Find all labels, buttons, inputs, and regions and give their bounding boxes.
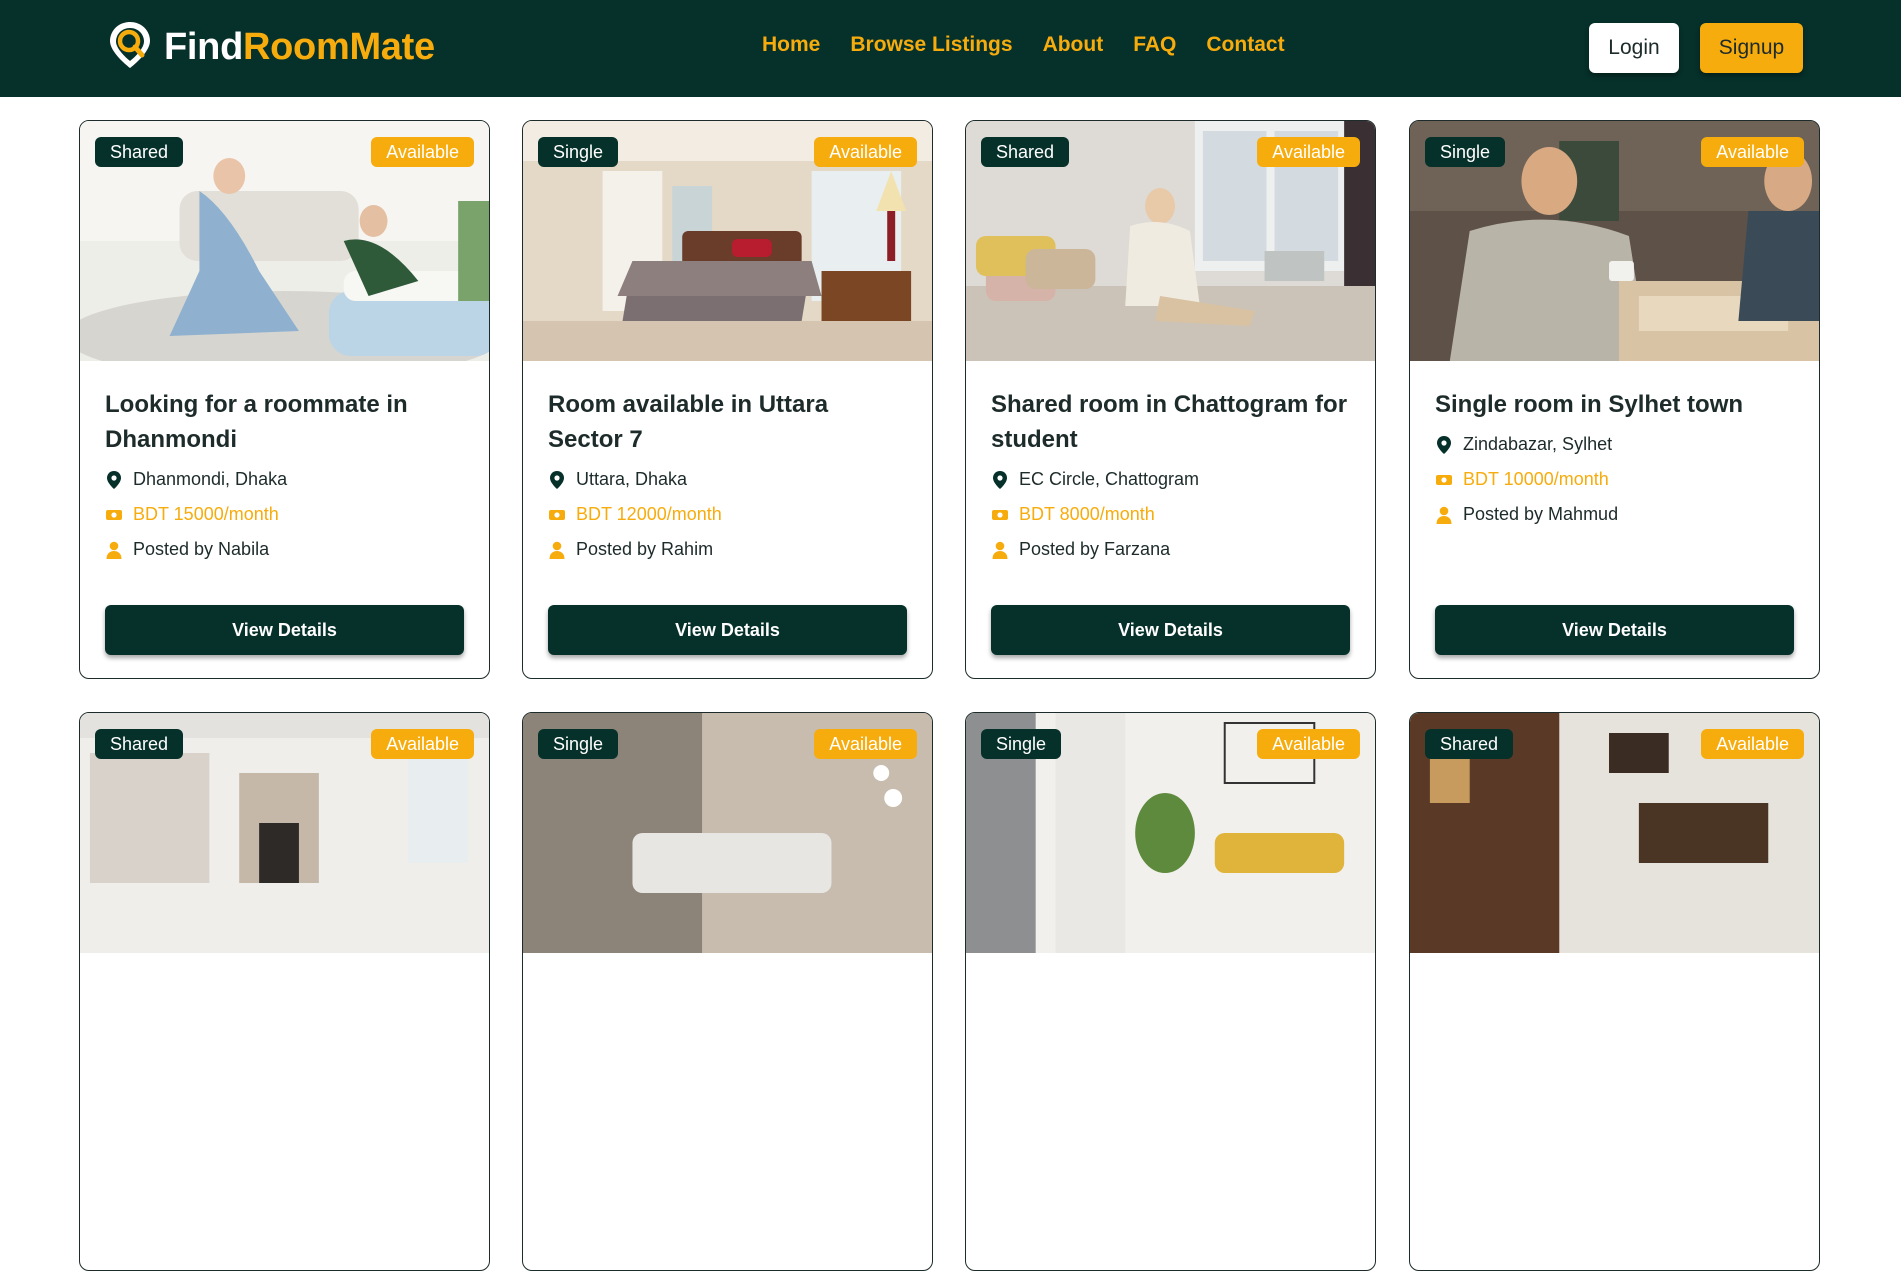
nav-browse-listings[interactable]: Browse Listings — [850, 33, 1012, 57]
brand-logo[interactable]: FindRoomMate — [106, 20, 435, 75]
card-body: Single room in Sylhet town Zindabazar, S… — [1435, 387, 1794, 532]
main-nav: Home Browse Listings About FAQ Contact — [762, 33, 1285, 57]
location-text: Zindabazar, Sylhet — [1463, 434, 1613, 454]
brand-name-part2: RoomMate — [243, 25, 435, 68]
availability-badge: Available — [1257, 729, 1360, 759]
listing-location: Dhanmondi, Dhaka — [105, 462, 464, 497]
listing-poster: Posted by Nabila — [105, 532, 464, 567]
availability-badge: Available — [814, 137, 917, 167]
listing-card[interactable]: Shared Available — [79, 712, 490, 1271]
location-text: Uttara, Dhaka — [576, 469, 688, 489]
availability-badge: Available — [1257, 137, 1360, 167]
room-type-badge: Single — [538, 729, 619, 759]
map-pin-icon — [548, 470, 566, 490]
rent-text: BDT 12000/month — [576, 504, 722, 524]
map-pin-icon — [991, 470, 1009, 490]
location-search-logo-icon — [106, 20, 154, 75]
signup-button[interactable]: Signup — [1700, 23, 1803, 73]
listing-card[interactable]: Single Available — [965, 712, 1376, 1271]
availability-badge: Available — [1701, 729, 1804, 759]
user-icon — [548, 540, 566, 560]
listing-poster: Posted by Rahim — [548, 532, 907, 567]
listing-title[interactable]: Looking for a roommate in Dhanmondi — [105, 387, 464, 457]
nav-faq[interactable]: FAQ — [1133, 33, 1176, 57]
room-type-badge: Single — [1425, 137, 1506, 167]
room-type-badge: Shared — [981, 137, 1070, 167]
nav-home[interactable]: Home — [762, 33, 820, 57]
money-icon — [1435, 470, 1453, 490]
user-icon — [991, 540, 1009, 560]
listing-card[interactable]: Single Available Room available in Uttar… — [522, 120, 933, 679]
poster-text: Posted by Farzana — [1019, 539, 1171, 559]
listing-poster: Posted by Farzana — [991, 532, 1350, 567]
listing-location: Zindabazar, Sylhet — [1435, 427, 1794, 462]
money-icon — [991, 505, 1009, 525]
rent-text: BDT 15000/month — [133, 504, 279, 524]
listing-location: EC Circle, Chattogram — [991, 462, 1350, 497]
user-icon — [105, 540, 123, 560]
room-type-badge: Shared — [95, 729, 184, 759]
map-pin-icon — [105, 470, 123, 490]
listing-card[interactable]: Shared Available Looking for a roommate … — [79, 120, 490, 679]
location-text: EC Circle, Chattogram — [1019, 469, 1200, 489]
availability-badge: Available — [1701, 137, 1804, 167]
nav-about[interactable]: About — [1043, 33, 1104, 57]
card-body: Room available in Uttara Sector 7 Uttara… — [548, 387, 907, 567]
listing-title[interactable]: Shared room in Chattogram for student — [991, 387, 1350, 457]
rent-text: BDT 8000/month — [1019, 504, 1155, 524]
availability-badge: Available — [371, 137, 474, 167]
listing-rent: BDT 8000/month — [991, 497, 1350, 532]
money-icon — [105, 505, 123, 525]
listing-card[interactable]: Single Available — [522, 712, 933, 1271]
listing-card[interactable]: Single Available Single room in Sylhet t… — [1409, 120, 1820, 679]
availability-badge: Available — [371, 729, 474, 759]
room-type-badge: Single — [538, 137, 619, 167]
room-type-badge: Single — [981, 729, 1062, 759]
poster-text: Posted by Rahim — [576, 539, 714, 559]
poster-text: Posted by Nabila — [133, 539, 270, 559]
listing-poster: Posted by Mahmud — [1435, 497, 1794, 532]
card-body: Shared room in Chattogram for student EC… — [991, 387, 1350, 567]
listing-title[interactable]: Room available in Uttara Sector 7 — [548, 387, 907, 457]
user-icon — [1435, 505, 1453, 525]
view-details-button[interactable]: View Details — [105, 605, 464, 655]
view-details-button[interactable]: View Details — [548, 605, 907, 655]
brand-name-part1: Find — [164, 25, 243, 68]
poster-text: Posted by Mahmud — [1463, 504, 1619, 524]
nav-contact[interactable]: Contact — [1206, 33, 1284, 57]
location-text: Dhanmondi, Dhaka — [133, 469, 288, 489]
view-details-button[interactable]: View Details — [991, 605, 1350, 655]
availability-badge: Available — [814, 729, 917, 759]
room-type-badge: Shared — [95, 137, 184, 167]
listing-card[interactable]: Shared Available Shared room in Chattogr… — [965, 120, 1376, 679]
room-type-badge: Shared — [1425, 729, 1514, 759]
rent-text: BDT 10000/month — [1463, 469, 1609, 489]
listing-rent: BDT 15000/month — [105, 497, 464, 532]
listing-title[interactable]: Single room in Sylhet town — [1435, 387, 1794, 422]
view-details-button[interactable]: View Details — [1435, 605, 1794, 655]
listing-location: Uttara, Dhaka — [548, 462, 907, 497]
money-icon — [548, 505, 566, 525]
map-pin-icon — [1435, 435, 1453, 455]
listing-rent: BDT 10000/month — [1435, 462, 1794, 497]
card-body: Looking for a roommate in Dhanmondi Dhan… — [105, 387, 464, 567]
brand-name: FindRoomMate — [164, 26, 435, 69]
listing-card[interactable]: Shared Available — [1409, 712, 1820, 1271]
login-button[interactable]: Login — [1589, 23, 1679, 73]
navbar: FindRoomMate Home Browse Listings About … — [0, 0, 1901, 97]
listing-rent: BDT 12000/month — [548, 497, 907, 532]
